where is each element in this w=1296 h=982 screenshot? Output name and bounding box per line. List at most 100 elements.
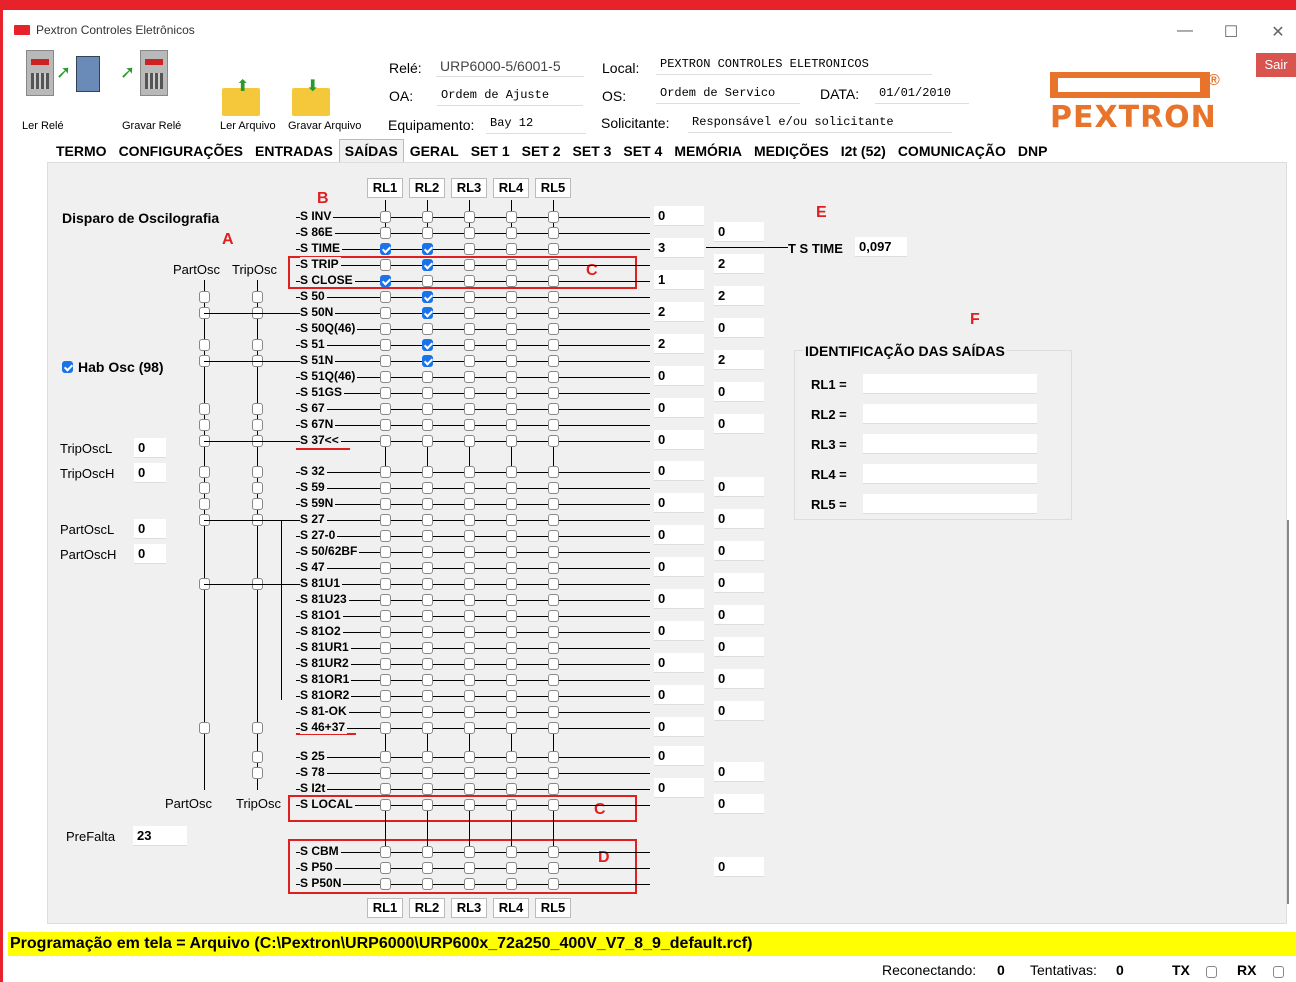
rl-ident-input[interactable] — [863, 404, 1037, 424]
checkbox-rl1[interactable] — [380, 387, 391, 399]
checkbox-rl3[interactable] — [464, 722, 475, 734]
partosc-checkbox[interactable] — [199, 291, 210, 303]
output-value-a[interactable]: 0 — [654, 653, 704, 673]
output-value-a[interactable]: 0 — [654, 621, 704, 641]
output-value-b[interactable]: 0 — [714, 794, 764, 814]
output-value-b[interactable]: 2 — [714, 286, 764, 306]
checkbox-rl2[interactable] — [422, 594, 433, 606]
checkbox-rl1[interactable] — [380, 799, 391, 811]
output-value-a[interactable]: 0 — [654, 589, 704, 609]
output-value-a[interactable]: 2 — [654, 334, 704, 354]
checkbox-rl5[interactable] — [548, 307, 559, 319]
checkbox-rl4[interactable] — [506, 594, 517, 606]
checkbox-rl5[interactable] — [548, 799, 559, 811]
checkbox-rl1[interactable] — [380, 594, 391, 606]
checkbox-rl3[interactable] — [464, 626, 475, 638]
checkbox-rl2[interactable] — [422, 578, 433, 590]
checkbox-rl3[interactable] — [464, 419, 475, 431]
checkbox-rl5[interactable] — [548, 323, 559, 335]
relay-footer-rl4[interactable]: RL4 — [493, 898, 529, 918]
checkbox-rl3[interactable] — [464, 482, 475, 494]
tab-10[interactable]: MEDIÇÕES — [748, 139, 835, 163]
relay-header-rl3[interactable]: RL3 — [451, 178, 487, 198]
checkbox-rl3[interactable] — [464, 435, 475, 447]
checkbox-rl4[interactable] — [506, 722, 517, 734]
checkbox-rl2[interactable] — [422, 530, 433, 542]
checkbox-rl4[interactable] — [506, 767, 517, 779]
checkbox-rl5[interactable] — [548, 546, 559, 558]
output-value-a[interactable]: 0 — [654, 398, 704, 418]
checkbox-rl4[interactable] — [506, 578, 517, 590]
checkbox-rl1[interactable] — [380, 530, 391, 542]
checkbox-rl5[interactable] — [548, 466, 559, 478]
checkbox-rl3[interactable] — [464, 783, 475, 795]
partosc-checkbox[interactable] — [199, 722, 210, 734]
partosch-input[interactable]: 0 — [134, 544, 166, 564]
checkbox-rl5[interactable] — [548, 594, 559, 606]
output-value-a[interactable]: 2 — [654, 302, 704, 322]
local-input[interactable]: PEXTRON CONTROLES ELETRONICOS — [656, 54, 932, 75]
triposc-checkbox[interactable] — [252, 291, 263, 303]
checkbox-rl5[interactable] — [548, 227, 559, 239]
output-value-b[interactable]: 0 — [714, 669, 764, 689]
output-value-a[interactable]: 1 — [654, 270, 704, 290]
checkbox-rl1[interactable] — [380, 706, 391, 718]
checkbox-rl5[interactable] — [548, 674, 559, 686]
output-value-a[interactable]: 0 — [654, 685, 704, 705]
relay-header-rl4[interactable]: RL4 — [493, 178, 529, 198]
checkbox-rl3[interactable] — [464, 227, 475, 239]
checkbox-rl1[interactable] — [380, 243, 391, 255]
output-value-a[interactable]: 0 — [654, 746, 704, 766]
relay-header-rl5[interactable]: RL5 — [535, 178, 571, 198]
sair-button[interactable]: Sair — [1256, 53, 1296, 77]
output-value-b[interactable]: 0 — [714, 414, 764, 434]
checkbox-rl1[interactable] — [380, 878, 391, 890]
checkbox-rl1[interactable] — [380, 674, 391, 686]
checkbox-rl4[interactable] — [506, 562, 517, 574]
relay-footer-rl1[interactable]: RL1 — [367, 898, 403, 918]
checkbox-rl2[interactable] — [422, 498, 433, 510]
checkbox-rl1[interactable] — [380, 211, 391, 223]
tab-8[interactable]: SET 4 — [617, 139, 668, 163]
checkbox-rl4[interactable] — [506, 339, 517, 351]
checkbox-rl4[interactable] — [506, 307, 517, 319]
equipamento-input[interactable]: Bay 12 — [486, 113, 586, 134]
checkbox-rl3[interactable] — [464, 690, 475, 702]
checkbox-rl1[interactable] — [380, 275, 391, 287]
checkbox-rl4[interactable] — [506, 371, 517, 383]
checkbox-rl2[interactable] — [422, 243, 433, 255]
output-value-a[interactable]: 0 — [654, 366, 704, 386]
checkbox-rl3[interactable] — [464, 862, 475, 874]
checkbox-rl3[interactable] — [464, 767, 475, 779]
output-value-b[interactable]: 0 — [714, 573, 764, 593]
partosc-checkbox[interactable] — [199, 339, 210, 351]
checkbox-rl3[interactable] — [464, 498, 475, 510]
checkbox-rl1[interactable] — [380, 514, 391, 526]
checkbox-rl5[interactable] — [548, 578, 559, 590]
tab-9[interactable]: MEMÓRIA — [668, 139, 748, 163]
checkbox-rl4[interactable] — [506, 799, 517, 811]
checkbox-rl2[interactable] — [422, 482, 433, 494]
checkbox-rl4[interactable] — [506, 419, 517, 431]
checkbox-rl5[interactable] — [548, 690, 559, 702]
checkbox-rl5[interactable] — [548, 435, 559, 447]
triposc-checkbox[interactable] — [252, 339, 263, 351]
checkbox-rl1[interactable] — [380, 846, 391, 858]
checkbox-rl4[interactable] — [506, 387, 517, 399]
checkbox-rl1[interactable] — [380, 339, 391, 351]
checkbox-rl1[interactable] — [380, 323, 391, 335]
checkbox-rl2[interactable] — [422, 862, 433, 874]
checkbox-rl4[interactable] — [506, 211, 517, 223]
checkbox-rl4[interactable] — [506, 323, 517, 335]
checkbox-rl3[interactable] — [464, 562, 475, 574]
checkbox-rl1[interactable] — [380, 403, 391, 415]
partosc-checkbox[interactable] — [199, 403, 210, 415]
checkbox-rl2[interactable] — [422, 339, 433, 351]
checkbox-rl4[interactable] — [506, 862, 517, 874]
checkbox-rl1[interactable] — [380, 466, 391, 478]
checkbox-rl2[interactable] — [422, 259, 433, 271]
output-value-a[interactable]: 0 — [654, 778, 704, 798]
output-value-b[interactable]: 0 — [714, 762, 764, 782]
checkbox-rl3[interactable] — [464, 594, 475, 606]
checkbox-rl5[interactable] — [548, 498, 559, 510]
